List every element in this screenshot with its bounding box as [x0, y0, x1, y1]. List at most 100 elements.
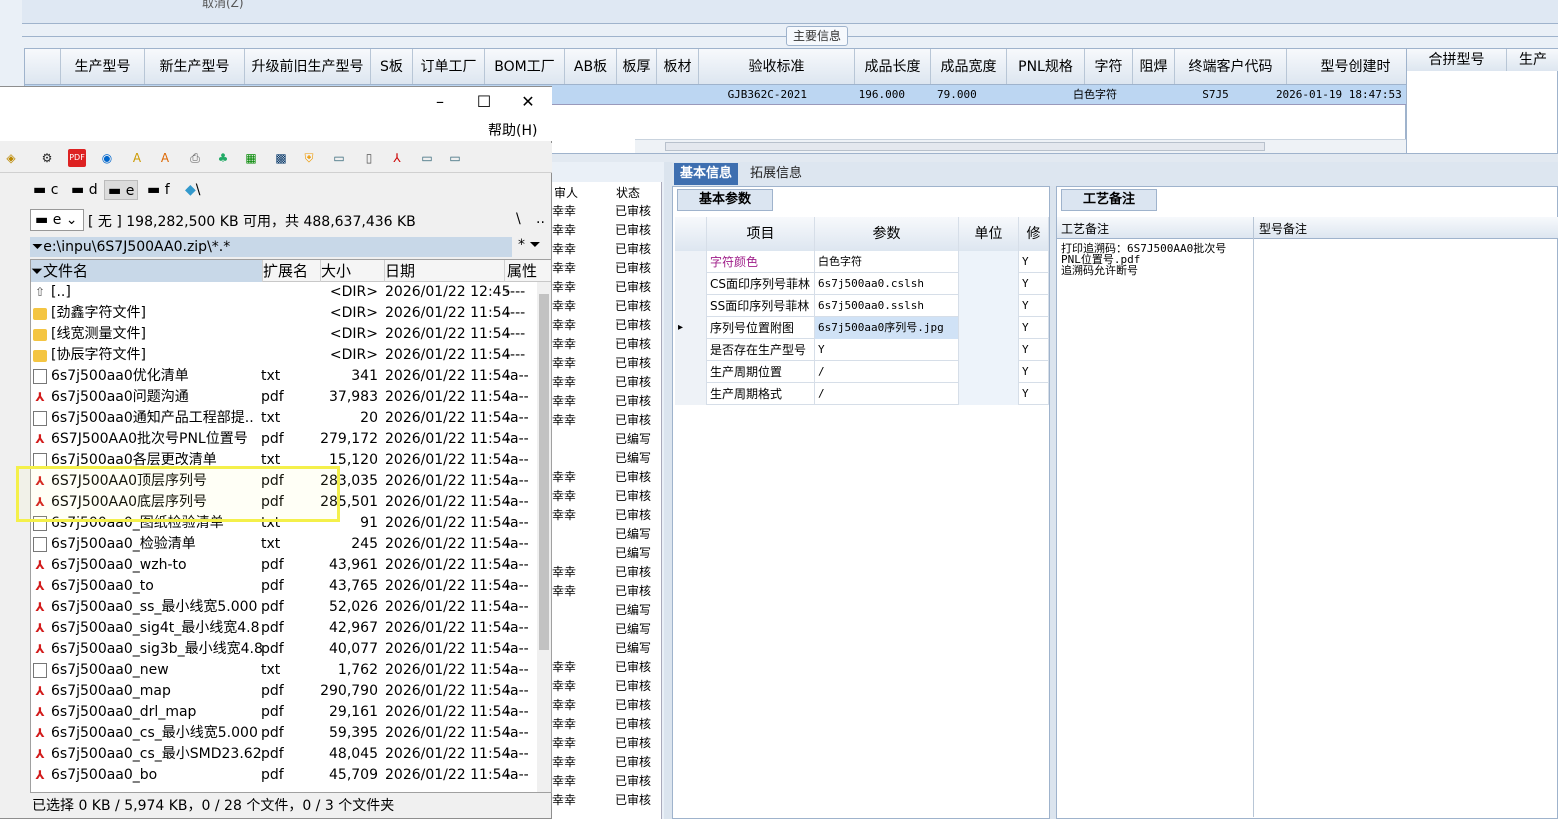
main-column-header[interactable]: 订单工厂 [413, 49, 485, 84]
main-column-header[interactable]: 终端客户代码 [1175, 49, 1287, 84]
status-row[interactable]: 已编写 [552, 544, 662, 563]
file-row[interactable]: ⅄ 6s7j500aa0_map pdf 290,790 2026/01/22 11:5… [31, 681, 537, 702]
tab-extended-info[interactable]: 拓展信息 [744, 163, 808, 185]
basic-params-title[interactable]: 基本参数 [677, 189, 773, 211]
status-row[interactable]: 幸幸 已审核 [552, 734, 662, 753]
minimize-button[interactable]: – [418, 89, 462, 115]
file-row[interactable]: ⅄ 6s7j500aa0_drl_map pdf 29,161 2026/01/22 1… [31, 702, 537, 723]
scrollbar-thumb[interactable] [665, 142, 1265, 151]
status-row[interactable]: 幸幸 已审核 [552, 696, 662, 715]
scrollbar-thumb[interactable] [539, 294, 549, 650]
main-column-header[interactable]: PNL规格 [1007, 49, 1085, 84]
main-column-header[interactable]: 板材 [657, 49, 699, 84]
vertical-splitter[interactable] [664, 162, 672, 819]
file-row[interactable]: ⅄ 6s7j500aa0_cs_最小SMD23.62 pdf 48,045 2026/0… [31, 744, 537, 765]
print-icon[interactable]: ⎙ [186, 149, 204, 167]
column-size[interactable]: 大小 [321, 260, 385, 282]
file-row[interactable]: ⅄ 6s7j500aa0_sig4t_最小线宽4.8 pdf 42,967 2026/0… [31, 618, 537, 639]
main-column-header[interactable]: S板 [371, 49, 413, 84]
file-row[interactable]: 6s7j500aa0通知产品工程部提.. txt 20 2026/01/22 11:5… [31, 408, 537, 429]
drive-e-button[interactable]: ▬ e [104, 180, 139, 200]
params-row[interactable]: ▸ 序列号位置附图 6s7j500aa0序列号.jpg Y [675, 317, 1049, 339]
main-column-header[interactable]: 成品长度 [855, 49, 931, 84]
status-row[interactable]: 幸幸 已审核 [552, 753, 662, 772]
column-ext[interactable]: 扩展名 [263, 260, 321, 282]
drive-f-button[interactable]: ▬ f [144, 180, 173, 200]
file-row[interactable]: ⅄ 6S7J500AA0批次号PNL位置号 pdf 279,172 2026/01/22… [31, 429, 537, 450]
status-row[interactable]: 幸幸 已审核 [552, 563, 662, 582]
close-button[interactable]: ✕ [506, 89, 550, 115]
main-column-header[interactable]: 板厚 [617, 49, 657, 84]
tab-basic-info[interactable]: 基本信息 [674, 163, 739, 185]
status-row[interactable]: 幸幸 已审核 [552, 468, 662, 487]
main-column-header[interactable]: AB板 [565, 49, 617, 84]
excel-icon[interactable]: ▦ [242, 149, 260, 167]
status-row[interactable]: 幸幸 已审核 [552, 373, 662, 392]
network-drive-button[interactable]: ◆\ [182, 180, 204, 200]
file-row[interactable]: ⅄ 6s7j500aa0问题沟通 pdf 37,983 2026/01/22 11:54… [31, 387, 537, 408]
column-name[interactable]: ⏷文件名 [31, 260, 263, 282]
status-row[interactable]: 幸幸 已审核 [552, 240, 662, 259]
status-row[interactable]: 幸幸 已审核 [552, 278, 662, 297]
main-column-header[interactable]: 升级前旧生产型号 [245, 49, 371, 84]
file-row[interactable]: ⅄ 6s7j500aa0_cs_最小线宽5.000 pdf 59,395 2026/01… [31, 723, 537, 744]
file-row[interactable]: [线宽测量文件] <DIR> 2026/01/22 11:54 ---- [31, 324, 537, 345]
drive-combo[interactable]: ▬ e ⌄ [30, 209, 84, 231]
file-row[interactable]: 6s7j500aa0_new txt 1,762 2026/01/22 11:54 -a… [31, 660, 537, 681]
main-column-header[interactable]: 生产型号 [61, 49, 145, 84]
status-row[interactable]: 已编写 [552, 620, 662, 639]
grid-icon[interactable]: ▩ [272, 149, 290, 167]
window-icon[interactable]: ▭ [330, 149, 348, 167]
page-icon[interactable]: ▯ [360, 149, 378, 167]
status-row[interactable]: 已编写 [552, 525, 662, 544]
file-row[interactable]: ⅄ 6s7j500aa0_bo pdf 45,709 2026/01/22 11:54-… [31, 765, 537, 786]
drive-d-button[interactable]: ▬ d [68, 180, 101, 200]
status-row[interactable]: 幸幸 已审核 [552, 715, 662, 734]
process-notes-text[interactable]: 打印追溯码：6S7J500AA0批次号 PNL位置号.pdf 追溯码允许断号 [1061, 243, 1249, 276]
pdf-icon[interactable]: ⅄ [388, 149, 406, 167]
params-row[interactable]: SS面印序列号菲林 6s7j500aa0.sslsh Y [675, 295, 1049, 317]
file-row[interactable]: ⅄ 6s7j500aa0_wzh-to pdf 43,961 2026/01/22 11… [31, 555, 537, 576]
sync-icon[interactable]: ◉ [98, 149, 116, 167]
column-date[interactable]: 日期 [385, 260, 505, 282]
font-icon[interactable]: A [128, 149, 146, 167]
status-row[interactable]: 已编写 [552, 430, 662, 449]
drive-c-button[interactable]: ▬ c [30, 180, 61, 200]
refresh-icon[interactable]: ◈ [2, 149, 20, 167]
main-column-header[interactable]: 成品宽度 [931, 49, 1007, 84]
status-row[interactable]: 幸幸 已审核 [552, 335, 662, 354]
network-icon[interactable]: ♣ [214, 149, 232, 167]
main-column-header[interactable]: BOM工厂 [485, 49, 565, 84]
status-row[interactable]: 已编写 [552, 601, 662, 620]
file-row[interactable]: [协辰字符文件] <DIR> 2026/01/22 11:54 ---- [31, 345, 537, 366]
file-row[interactable]: ⅄ 6s7j500aa0_ss_最小线宽5.000 pdf 52,026 2026/01… [31, 597, 537, 618]
status-row[interactable]: 幸幸 已审核 [552, 506, 662, 525]
status-row[interactable]: 幸幸 已审核 [552, 658, 662, 677]
status-row[interactable]: 已编写 [552, 639, 662, 658]
params-row[interactable]: 字符颜色 白色字符 Y [675, 251, 1049, 273]
file-row[interactable]: 6s7j500aa0_检验清单 txt 245 2026/01/22 11:54 -a-… [31, 534, 537, 555]
horizontal-splitter[interactable] [552, 154, 1558, 162]
status-row[interactable]: 幸幸 已审核 [552, 202, 662, 221]
file-row[interactable]: ⅄ 6s7j500aa0_to pdf 43,765 2026/01/22 11:54-… [31, 576, 537, 597]
column-attr[interactable]: 属性 [507, 260, 551, 282]
vertical-scrollbar[interactable] [537, 282, 551, 792]
status-row[interactable]: 幸幸 已审核 [552, 316, 662, 335]
status-row[interactable]: 幸幸 已审核 [552, 259, 662, 278]
menu-help[interactable]: 帮助(H) [488, 120, 537, 140]
file-row[interactable]: 6s7j500aa0优化清单 txt 341 2026/01/22 11:54 -a-- [31, 366, 537, 387]
main-column-header[interactable]: 型号创建时 [1287, 49, 1425, 84]
file-list[interactable]: ⏷文件名 扩展名 大小 日期 属性 ⇧ [..] <DIR> 2026/01/22 1… [30, 259, 552, 793]
status-row[interactable]: 幸幸 已审核 [552, 772, 662, 791]
main-column-header[interactable]: 验收标准 [699, 49, 855, 84]
main-column-header[interactable]: 阻焊 [1133, 49, 1175, 84]
params-row[interactable]: 生产周期位置 / Y [675, 361, 1049, 383]
file-row[interactable]: [劲鑫字符文件] <DIR> 2026/01/22 11:54 ---- [31, 303, 537, 324]
settings-icon[interactable]: ⚙ [38, 149, 56, 167]
status-row[interactable]: 幸幸 已审核 [552, 221, 662, 240]
status-row[interactable]: 幸幸 已审核 [552, 297, 662, 316]
process-notes-title[interactable]: 工艺备注 [1061, 189, 1157, 211]
status-row[interactable]: 幸幸 已审核 [552, 354, 662, 373]
main-column-header[interactable]: 新生产型号 [145, 49, 245, 84]
status-row[interactable]: 幸幸 已审核 [552, 677, 662, 696]
